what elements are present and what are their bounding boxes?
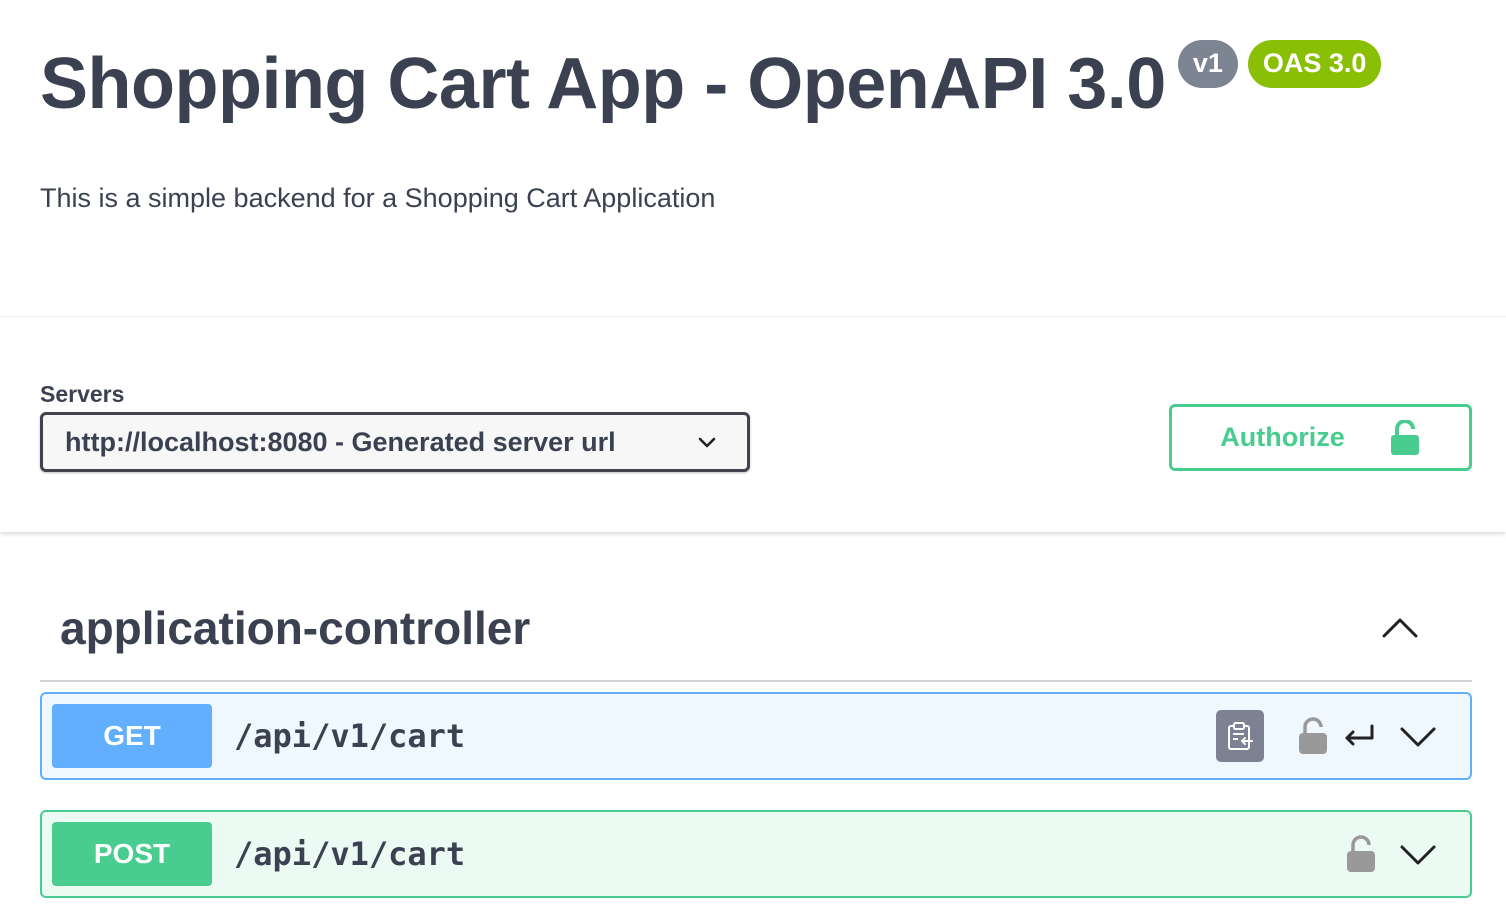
chevron-down-icon <box>698 437 716 448</box>
tag-header[interactable]: application-controller <box>40 576 1472 682</box>
server-select-value: http://localhost:8080 - Generated server… <box>65 426 616 457</box>
return-arrow-icon <box>1345 724 1374 746</box>
method-badge-post: POST <box>52 822 212 886</box>
copy-to-clipboard-button[interactable] <box>1216 710 1264 762</box>
api-info: Shopping Cart App - OpenAPI 3.0 v1 OAS 3… <box>0 0 1506 316</box>
servers-label: Servers <box>40 381 125 407</box>
tag-title: application-controller <box>60 602 531 654</box>
tag-section: application-controller GET /api/v1/cart <box>40 576 1472 898</box>
opblock-get-cart[interactable]: GET /api/v1/cart <box>40 692 1472 780</box>
operation-actions <box>1216 710 1438 762</box>
scheme-container: Servers http://localhost:8080 - Generate… <box>0 316 1506 532</box>
page-title: Shopping Cart App - OpenAPI 3.0 <box>40 44 1166 124</box>
operation-actions <box>1346 834 1438 874</box>
clipboard-copy-icon <box>1228 722 1253 750</box>
method-badge-get: GET <box>52 704 212 768</box>
chevron-down-icon[interactable] <box>1398 716 1438 756</box>
operation-path: /api/v1/cart <box>234 717 466 755</box>
opblock-post-cart[interactable]: POST /api/v1/cart <box>40 810 1472 898</box>
title-row: Shopping Cart App - OpenAPI 3.0 v1 OAS 3… <box>40 40 1382 128</box>
chevron-down-icon[interactable] <box>1398 834 1438 874</box>
version-badge: v1 <box>1177 40 1238 88</box>
server-select[interactable]: http://localhost:8080 - Generated server… <box>40 412 750 472</box>
operation-path: /api/v1/cart <box>234 835 466 873</box>
authorize-label: Authorize <box>1220 422 1345 452</box>
authorize-button[interactable]: Authorize <box>1169 404 1472 471</box>
padlock-icon[interactable] <box>1346 835 1376 873</box>
oas-badge: OAS 3.0 <box>1247 40 1382 88</box>
unlocked-padlock-icon <box>1390 419 1419 455</box>
chevron-up-icon[interactable] <box>1378 606 1422 650</box>
padlock-icon[interactable] <box>1298 717 1328 755</box>
api-description: This is a simple backend for a Shopping … <box>40 183 716 213</box>
